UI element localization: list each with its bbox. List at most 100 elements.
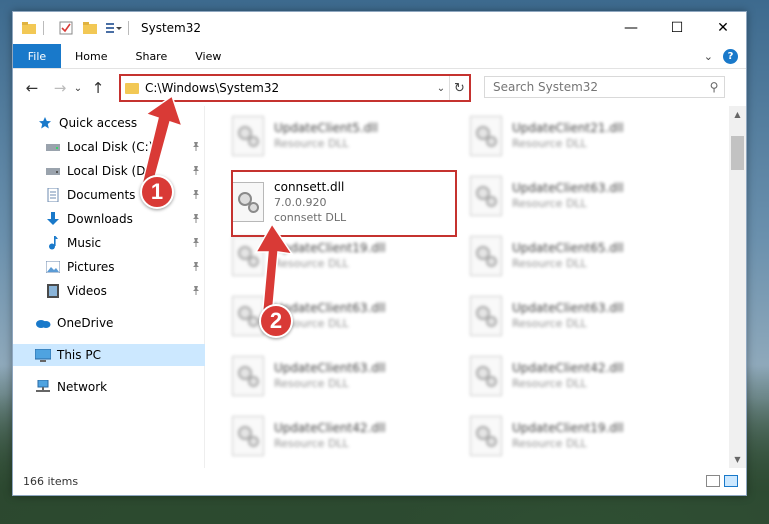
- file-name: UpdateClient63.dll: [274, 361, 386, 375]
- sidebar-item-network[interactable]: Network: [13, 376, 205, 398]
- maximize-button[interactable]: ☐: [654, 12, 700, 44]
- sidebar-item-downloads[interactable]: Downloads: [13, 208, 205, 230]
- sidebar-item-music[interactable]: Music: [13, 232, 205, 254]
- recent-locations-button[interactable]: ⌄: [71, 77, 85, 99]
- pin-icon[interactable]: [191, 165, 201, 178]
- tab-file[interactable]: File: [13, 44, 61, 68]
- dll-file-icon: [470, 116, 502, 156]
- dll-file-icon: [470, 296, 502, 336]
- scroll-down-icon[interactable]: ▼: [729, 451, 746, 468]
- sidebar-item-label: Documents: [67, 188, 136, 202]
- ribbon-collapse-icon[interactable]: ⌄: [704, 50, 713, 63]
- list-item[interactable]: UpdateClient63.dll Resource DLL: [464, 170, 684, 222]
- list-item[interactable]: UpdateClient21.dll Resource DLL: [464, 110, 684, 162]
- sidebar-item-videos[interactable]: Videos: [13, 280, 205, 302]
- pin-icon[interactable]: [191, 285, 201, 298]
- sidebar-item-label: Videos: [67, 284, 107, 298]
- search-input[interactable]: [485, 80, 704, 94]
- list-item[interactable]: UpdateClient19.dll Resource DLL: [464, 410, 684, 462]
- customize-icon[interactable]: [106, 20, 122, 36]
- folder-icon[interactable]: [21, 20, 37, 36]
- list-item[interactable]: UpdateClient5.dll Resource DLL: [226, 110, 446, 162]
- forward-button[interactable]: →: [49, 77, 71, 99]
- scroll-thumb[interactable]: [731, 136, 744, 170]
- annotation-badge-2: 2: [259, 304, 293, 338]
- list-item[interactable]: UpdateClient63.dll Resource DLL: [226, 350, 446, 402]
- list-item[interactable]: UpdateClient19.dll Resource DLL: [226, 230, 446, 282]
- file-description: Resource DLL: [512, 197, 587, 210]
- pin-icon[interactable]: [191, 141, 201, 154]
- sidebar-item-label: Downloads: [67, 212, 133, 226]
- address-path[interactable]: C:\Windows\System32: [145, 81, 433, 95]
- sidebar-item-label: Network: [57, 380, 108, 394]
- file-description: Resource DLL: [512, 137, 587, 150]
- sidebar-item-local-disk-c[interactable]: Local Disk (C:): [13, 136, 205, 158]
- tab-view[interactable]: View: [181, 44, 235, 68]
- sidebar-item-pictures[interactable]: Pictures: [13, 256, 205, 278]
- videos-icon: [45, 284, 61, 298]
- sidebar-item-local-disk-d[interactable]: Local Disk (D:): [13, 160, 205, 182]
- sidebar-item-label: This PC: [57, 348, 101, 362]
- pin-icon[interactable]: [191, 213, 201, 226]
- file-name: UpdateClient5.dll: [274, 121, 378, 135]
- sidebar-item-this-pc[interactable]: This PC: [13, 344, 205, 366]
- file-description: Resource DLL: [512, 377, 587, 390]
- address-dropdown-icon[interactable]: ⌄: [433, 83, 449, 94]
- properties-icon[interactable]: [58, 20, 74, 36]
- vertical-scrollbar[interactable]: ▲ ▼: [729, 106, 746, 468]
- list-item[interactable]: UpdateClient42.dll Resource DLL: [464, 350, 684, 402]
- details-view-icon[interactable]: [706, 475, 720, 487]
- navigation-pane: Quick access Local Disk (C:) Local Disk …: [13, 106, 205, 468]
- tiles-view-icon[interactable]: [724, 475, 738, 487]
- close-button[interactable]: ✕: [700, 12, 746, 44]
- scroll-up-icon[interactable]: ▲: [729, 106, 746, 123]
- status-bar: 166 items: [13, 467, 746, 495]
- list-item[interactable]: UpdateClient42.dll Resource DLL: [226, 410, 446, 462]
- computer-icon: [35, 348, 51, 362]
- sidebar-item-onedrive[interactable]: OneDrive: [13, 312, 205, 334]
- dll-file-icon: [470, 356, 502, 396]
- dll-file-icon: [232, 416, 264, 456]
- pin-icon[interactable]: [191, 237, 201, 250]
- sidebar-item-documents[interactable]: Documents: [13, 184, 205, 206]
- file-list: UpdateClient5.dll Resource DLL connsett.d…: [206, 106, 721, 468]
- file-description: Resource DLL: [274, 257, 349, 270]
- tab-share[interactable]: Share: [121, 44, 181, 68]
- file-name: UpdateClient42.dll: [512, 361, 624, 375]
- file-description: Resource DLL: [512, 317, 587, 330]
- file-description: Resource DLL: [274, 377, 349, 390]
- file-name: UpdateClient19.dll: [512, 421, 624, 435]
- pin-icon[interactable]: [191, 189, 201, 202]
- file-name: UpdateClient63.dll: [512, 181, 624, 195]
- dll-file-icon: [232, 356, 264, 396]
- pictures-icon: [45, 260, 61, 274]
- drive-icon: [45, 164, 61, 178]
- quick-access-separator: [43, 21, 44, 35]
- dll-file-icon: [232, 236, 264, 276]
- dll-file-icon: [470, 176, 502, 216]
- refresh-button[interactable]: ↻: [449, 76, 469, 100]
- star-icon: [37, 116, 53, 130]
- list-item[interactable]: UpdateClient65.dll Resource DLL: [464, 230, 684, 282]
- sidebar-item-label: OneDrive: [57, 316, 114, 330]
- tab-home[interactable]: Home: [61, 44, 121, 68]
- sidebar-item-quick-access[interactable]: Quick access: [13, 112, 205, 134]
- sidebar-item-label: Quick access: [59, 116, 138, 130]
- title-bar: System32 — ☐ ✕: [13, 12, 746, 44]
- folder-icon: [125, 82, 139, 94]
- file-description: Resource DLL: [274, 437, 349, 450]
- back-button[interactable]: ←: [21, 77, 43, 99]
- up-button[interactable]: ↑: [87, 77, 109, 99]
- file-description: Resource DLL: [512, 437, 587, 450]
- sidebar-item-label: Music: [67, 236, 102, 250]
- list-item[interactable]: UpdateClient63.dll Resource DLL: [464, 290, 684, 342]
- new-folder-icon[interactable]: [82, 20, 98, 36]
- sidebar-item-label: Pictures: [67, 260, 115, 274]
- file-explorer-window: System32 — ☐ ✕ File Home Share View ⌄ ? …: [12, 11, 747, 496]
- pin-icon[interactable]: [191, 261, 201, 274]
- help-icon[interactable]: ?: [723, 48, 738, 64]
- address-bar[interactable]: C:\Windows\System32 ⌄ ↻: [119, 74, 471, 102]
- minimize-button[interactable]: —: [608, 12, 654, 44]
- search-box[interactable]: ⚲: [484, 76, 725, 98]
- search-icon[interactable]: ⚲: [704, 80, 724, 94]
